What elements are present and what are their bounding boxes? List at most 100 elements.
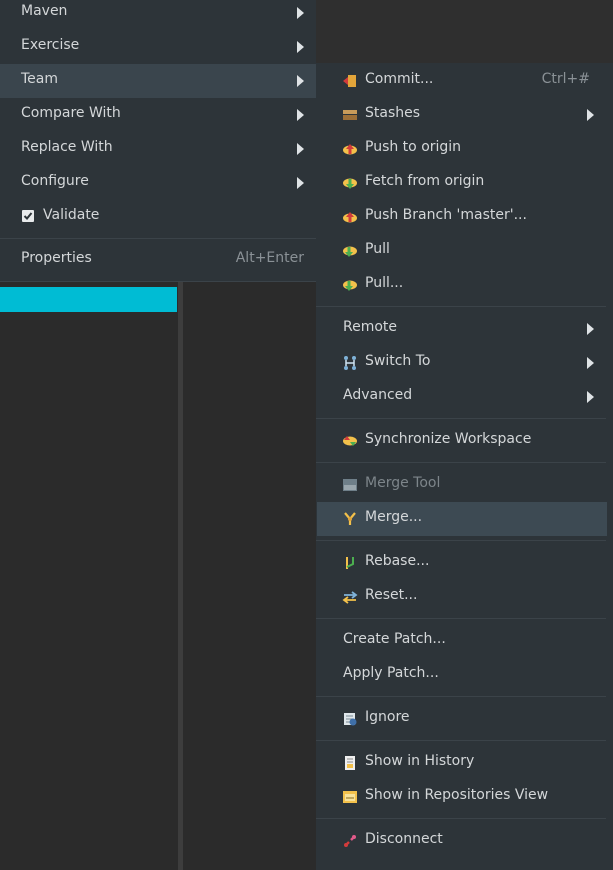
submenu-item-merge[interactable]: Merge... bbox=[317, 502, 607, 536]
submenu-item-pull[interactable]: Pull bbox=[316, 234, 606, 268]
submenu-item-label: Pull bbox=[365, 241, 390, 257]
menu-item-replace-with[interactable]: Replace With bbox=[0, 132, 316, 166]
menu-separator bbox=[316, 696, 606, 697]
menu-item-label: Maven bbox=[21, 3, 68, 19]
submenu-item-apply-patch[interactable]: Apply Patch... bbox=[316, 658, 606, 692]
push-branch-icon bbox=[343, 212, 357, 223]
submenu-item-push-to-origin[interactable]: Push to origin bbox=[316, 132, 606, 166]
submenu-arrow-icon bbox=[297, 7, 304, 19]
editor-area bbox=[0, 282, 316, 870]
submenu-arrow-icon bbox=[297, 75, 304, 87]
submenu-item-label: Apply Patch... bbox=[343, 665, 439, 681]
submenu-arrow-icon bbox=[297, 177, 304, 189]
switch-branch-icon bbox=[344, 356, 356, 370]
submenu-item-create-patch[interactable]: Create Patch... bbox=[316, 624, 606, 658]
menu-separator bbox=[316, 540, 606, 541]
submenu-arrow-icon bbox=[297, 41, 304, 53]
context-menu: Maven Exercise Team Compare With Replace… bbox=[0, 0, 316, 282]
menu-separator bbox=[316, 306, 606, 307]
submenu-item-advanced[interactable]: Advanced bbox=[316, 380, 606, 414]
submenu-item-label: Show in Repositories View bbox=[365, 787, 549, 803]
submenu-item-ignore[interactable]: Ignore bbox=[316, 702, 606, 736]
menu-item-label: Replace With bbox=[21, 139, 113, 155]
submenu-item-label: Reset... bbox=[365, 587, 418, 603]
submenu-item-pull-dialog[interactable]: Pull... bbox=[316, 268, 606, 302]
submenu-item-remote[interactable]: Remote bbox=[316, 312, 606, 346]
menu-item-team[interactable]: Team bbox=[0, 64, 316, 98]
menu-separator bbox=[316, 818, 606, 819]
menu-item-label: Exercise bbox=[21, 37, 80, 53]
submenu-arrow-icon bbox=[297, 143, 304, 155]
submenu-item-label: Stashes bbox=[365, 105, 421, 121]
disconnect-icon bbox=[344, 835, 356, 847]
submenu-item-show-in-repositories-view[interactable]: Show in Repositories View bbox=[316, 780, 606, 814]
vertical-splitter[interactable] bbox=[178, 282, 183, 870]
menu-separator bbox=[316, 618, 606, 619]
menu-item-exercise[interactable]: Exercise bbox=[0, 30, 316, 64]
menu-item-compare-with[interactable]: Compare With bbox=[0, 98, 316, 132]
submenu-item-label: Advanced bbox=[343, 387, 413, 403]
submenu-item-label: Push to origin bbox=[365, 139, 462, 155]
submenu-item-label: Commit... bbox=[365, 71, 434, 87]
shortcut-label: Alt+Enter bbox=[235, 250, 304, 266]
submenu-item-commit[interactable]: Commit... Ctrl+# bbox=[316, 64, 606, 98]
submenu-item-label: Rebase... bbox=[365, 553, 430, 569]
submenu-item-label: Fetch from origin bbox=[365, 173, 485, 189]
submenu-item-switch-to[interactable]: Switch To bbox=[316, 346, 606, 380]
reset-icon bbox=[342, 591, 358, 604]
submenu-item-label: Show in History bbox=[365, 753, 475, 769]
submenu-item-stashes[interactable]: Stashes bbox=[316, 98, 606, 132]
stashes-icon bbox=[343, 110, 357, 120]
merge-tool-icon bbox=[343, 479, 357, 491]
submenu-arrow-icon bbox=[587, 357, 594, 369]
submenu-item-label: Push Branch 'master'... bbox=[365, 207, 527, 223]
menu-separator bbox=[316, 462, 606, 463]
menu-item-label: Validate bbox=[43, 207, 100, 223]
shortcut-label: Ctrl+# bbox=[541, 71, 590, 87]
menu-separator bbox=[0, 238, 316, 239]
history-icon bbox=[345, 756, 355, 770]
background-strip bbox=[316, 0, 613, 63]
submenu-item-push-branch[interactable]: Push Branch 'master'... bbox=[316, 200, 606, 234]
submenu-item-label: Synchronize Workspace bbox=[365, 431, 532, 447]
push-icon bbox=[343, 144, 357, 155]
selected-row-highlight[interactable] bbox=[0, 287, 177, 312]
team-submenu: Commit... Ctrl+# Stashes Push to origin … bbox=[316, 63, 613, 870]
submenu-item-disconnect[interactable]: Disconnect bbox=[316, 824, 606, 858]
pull-icon bbox=[343, 246, 357, 257]
merge-icon bbox=[344, 512, 356, 525]
submenu-arrow-icon bbox=[587, 109, 594, 121]
submenu-item-merge-tool: Merge Tool bbox=[316, 468, 606, 502]
submenu-item-rebase[interactable]: Rebase... bbox=[316, 546, 606, 580]
fetch-icon bbox=[343, 178, 357, 189]
submenu-item-label: Disconnect bbox=[365, 831, 443, 847]
checkbox-icon bbox=[22, 210, 34, 222]
rebase-icon bbox=[346, 557, 354, 569]
submenu-item-label: Remote bbox=[343, 319, 398, 335]
ignore-icon bbox=[344, 713, 357, 726]
repositories-icon bbox=[343, 791, 357, 803]
synchronize-icon bbox=[343, 436, 357, 446]
menu-item-label: Compare With bbox=[21, 105, 121, 121]
submenu-item-label: Ignore bbox=[365, 709, 410, 725]
submenu-item-synchronize-workspace[interactable]: Synchronize Workspace bbox=[316, 424, 606, 458]
submenu-item-reset[interactable]: Reset... bbox=[316, 580, 606, 614]
submenu-arrow-icon bbox=[587, 391, 594, 403]
menu-item-maven[interactable]: Maven bbox=[0, 0, 316, 30]
submenu-item-show-in-history[interactable]: Show in History bbox=[316, 746, 606, 780]
submenu-item-label: Switch To bbox=[365, 353, 431, 369]
menu-item-configure[interactable]: Configure bbox=[0, 166, 316, 200]
menu-separator bbox=[316, 740, 606, 741]
menu-item-label: Properties bbox=[21, 250, 92, 266]
pull-dialog-icon bbox=[343, 280, 357, 291]
submenu-item-fetch-from-origin[interactable]: Fetch from origin bbox=[316, 166, 606, 200]
submenu-item-label: Create Patch... bbox=[343, 631, 446, 647]
menu-item-properties[interactable]: Properties Alt+Enter bbox=[0, 243, 316, 277]
menu-item-label: Team bbox=[21, 71, 59, 87]
submenu-arrow-icon bbox=[297, 109, 304, 121]
submenu-item-label: Pull... bbox=[365, 275, 404, 291]
menu-item-label: Configure bbox=[21, 173, 89, 189]
menu-item-validate[interactable]: Validate bbox=[0, 200, 316, 234]
submenu-item-label: Merge Tool bbox=[365, 475, 441, 491]
commit-icon bbox=[343, 75, 356, 87]
